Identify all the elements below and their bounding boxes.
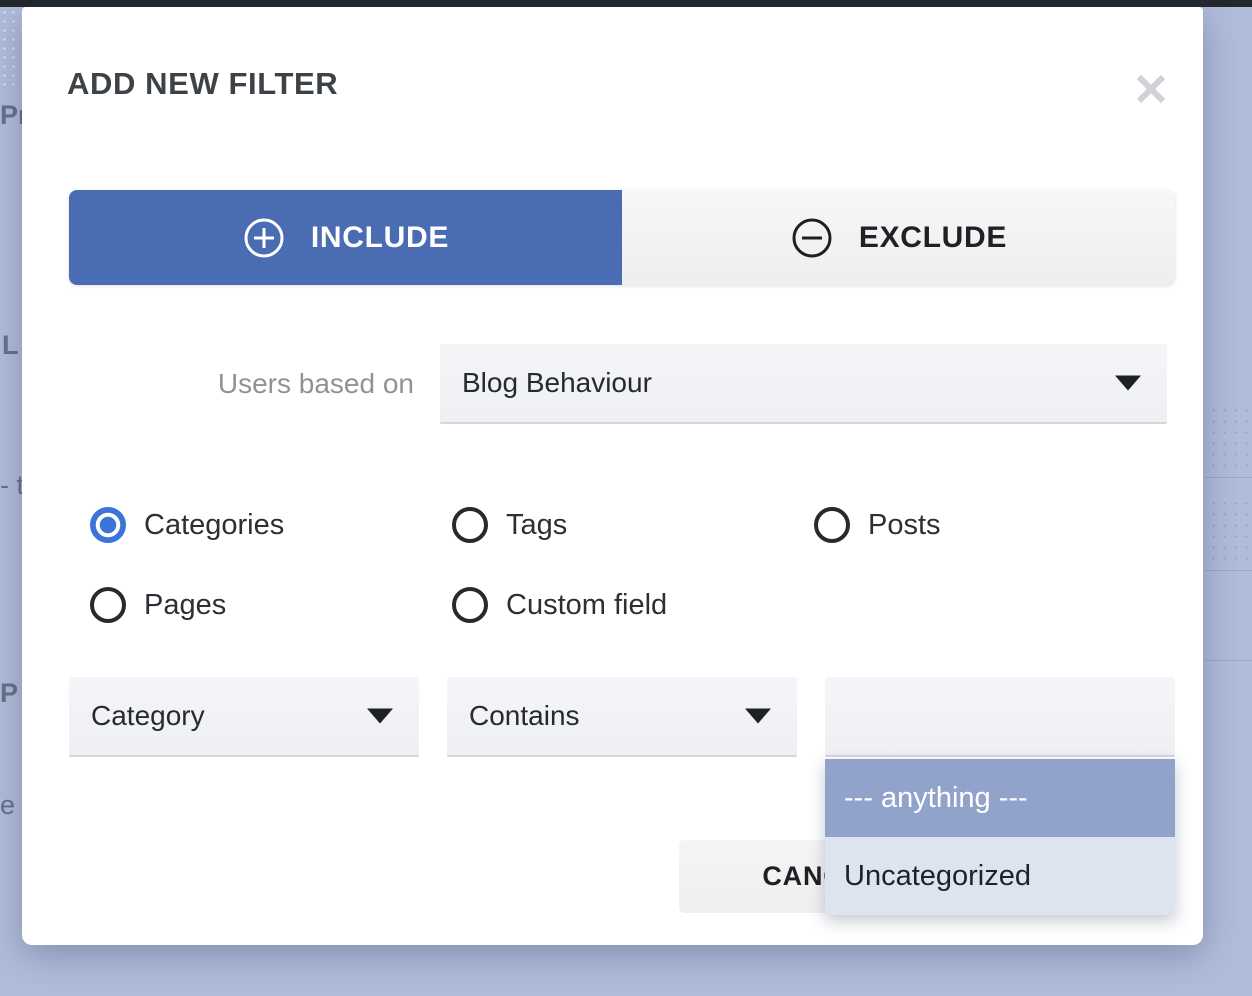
radio-pages[interactable]: Pages <box>90 587 452 623</box>
condition-value-current <box>825 699 847 730</box>
decorative-dots-top-left <box>0 8 22 88</box>
plus-circle-icon <box>242 216 286 260</box>
condition-operator-select[interactable]: Contains <box>447 677 797 757</box>
minus-circle-icon <box>790 216 834 260</box>
radio-label-tags: Tags <box>506 509 567 542</box>
include-exclude-toggle: INCLUDE EXCLUDE <box>69 190 1175 285</box>
background-text-fragment: L <box>2 330 19 361</box>
radio-row-2: Pages Custom field <box>90 565 1180 645</box>
chevron-down-icon <box>1115 376 1141 391</box>
radio-label-categories: Categories <box>144 509 284 542</box>
radio-label-posts: Posts <box>868 509 941 542</box>
background-text-fragment: - t <box>0 470 24 501</box>
background-divider <box>1205 477 1252 478</box>
users-based-on-select[interactable]: Blog Behaviour <box>440 344 1167 424</box>
exclude-button[interactable]: EXCLUDE <box>622 190 1175 285</box>
radio-mark-posts[interactable] <box>814 507 850 543</box>
dropdown-option-anything[interactable]: --- anything --- <box>825 759 1175 837</box>
chevron-down-icon <box>745 709 771 724</box>
background-text-fragment: P <box>0 678 18 709</box>
content-type-radio-group: Categories Tags Posts Pages Custom field <box>90 485 1180 645</box>
add-new-filter-modal: ADD NEW FILTER INCLUDE EXCLUDE <box>22 7 1203 945</box>
background-divider <box>1205 570 1252 571</box>
condition-row: Category Contains --- anything --- Uncat… <box>69 677 1175 757</box>
decorative-dots-right-lower <box>1208 498 1252 568</box>
users-based-on-value: Blog Behaviour <box>440 367 652 399</box>
condition-value-select[interactable] <box>825 677 1175 757</box>
radio-mark-categories[interactable] <box>90 507 126 543</box>
radio-mark-custom-field[interactable] <box>452 587 488 623</box>
include-button-label: INCLUDE <box>311 221 449 255</box>
exclude-button-label: EXCLUDE <box>859 221 1007 255</box>
condition-field-value: Category <box>69 700 205 732</box>
users-based-on-row: Users based on Blog Behaviour <box>69 344 1175 424</box>
condition-value-dropdown: --- anything --- Uncategorized <box>825 759 1175 915</box>
condition-field-select[interactable]: Category <box>69 677 419 757</box>
background-divider <box>1205 660 1252 661</box>
admin-top-bar <box>0 0 1252 7</box>
radio-categories[interactable]: Categories <box>90 507 452 543</box>
radio-tags[interactable]: Tags <box>452 507 814 543</box>
background-rule-row: AND visit Sample Page and Cart pages <box>0 940 1252 996</box>
radio-label-pages: Pages <box>144 589 226 622</box>
close-icon[interactable] <box>1127 65 1175 113</box>
users-based-on-label: Users based on <box>69 368 440 400</box>
dropdown-option-uncategorized[interactable]: Uncategorized <box>825 837 1175 915</box>
modal-title: ADD NEW FILTER <box>67 66 338 102</box>
chevron-down-icon <box>367 709 393 724</box>
decorative-dots-right-upper <box>1208 405 1252 475</box>
condition-value-select-wrapper: --- anything --- Uncategorized <box>825 677 1175 757</box>
radio-mark-tags[interactable] <box>452 507 488 543</box>
radio-label-custom-field: Custom field <box>506 589 667 622</box>
radio-mark-pages[interactable] <box>90 587 126 623</box>
radio-row-1: Categories Tags Posts <box>90 485 1180 565</box>
include-button[interactable]: INCLUDE <box>69 190 622 285</box>
radio-posts[interactable]: Posts <box>814 507 1144 543</box>
condition-operator-value: Contains <box>447 700 580 732</box>
radio-custom-field[interactable]: Custom field <box>452 587 814 623</box>
